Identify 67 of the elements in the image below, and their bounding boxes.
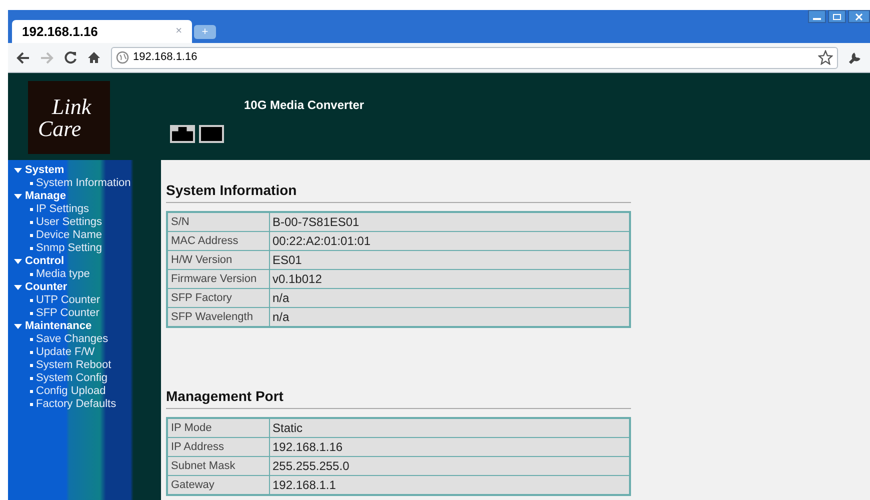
device-title: 10G Media Converter [244, 97, 364, 114]
bullet-icon [30, 182, 33, 185]
menu-group[interactable]: System [25, 164, 64, 177]
menu-item[interactable]: Snmp Setting [36, 242, 102, 255]
field-label: Firmware Version [167, 270, 269, 288]
menu-item[interactable]: Update F/W [36, 346, 95, 359]
bullet-icon [30, 221, 33, 224]
menu-group[interactable]: Control [25, 255, 64, 268]
field-label: Subnet Mask [167, 456, 269, 476]
reload-icon[interactable] [64, 51, 77, 64]
menu-item[interactable]: Config Upload [36, 385, 106, 398]
menu-item[interactable]: User Settings [36, 216, 102, 229]
bullet-icon [30, 273, 33, 276]
menu-group[interactable]: Counter [25, 281, 68, 294]
menu-item[interactable]: Media type [36, 268, 90, 281]
bullet-icon [30, 299, 33, 302]
menu-item[interactable]: IP Settings [36, 203, 89, 216]
address-bar[interactable]: 192.168.1.16 [111, 46, 838, 68]
menu-group[interactable]: Manage [25, 190, 66, 203]
utp-port-icon [170, 125, 195, 143]
bullet-icon [30, 377, 33, 380]
expanded-caret-icon[interactable] [14, 194, 22, 199]
home-icon[interactable] [87, 51, 101, 64]
section-title: System Information [166, 180, 631, 203]
field-label: H/W Version [167, 250, 269, 270]
back-icon[interactable] [16, 52, 30, 64]
close-icon [855, 12, 863, 20]
menu-group[interactable]: Maintenance [25, 320, 92, 333]
bullet-icon [30, 247, 33, 250]
expanded-caret-icon[interactable] [14, 285, 22, 290]
field-label: SFP Factory [167, 288, 269, 308]
company-logo: Link Care [28, 81, 110, 154]
bullet-icon [30, 338, 33, 341]
expanded-caret-icon[interactable] [14, 259, 22, 264]
bullet-icon [30, 403, 33, 406]
menu-item[interactable]: System Information [36, 177, 131, 190]
wrench-icon[interactable] [848, 50, 862, 64]
bullet-icon [30, 351, 33, 354]
field-label: MAC Address [167, 232, 269, 250]
maximize-button[interactable] [828, 10, 846, 23]
close-button[interactable] [848, 10, 870, 23]
expanded-caret-icon[interactable] [14, 168, 22, 173]
menu-item[interactable]: Device Name [36, 229, 102, 242]
star-icon[interactable] [818, 50, 833, 65]
menu-item[interactable]: Factory Defaults [36, 398, 116, 411]
bullet-icon [30, 208, 33, 211]
menu-item[interactable]: Save Changes [36, 333, 108, 346]
sfp-port-icon [199, 125, 224, 143]
field-label: IP Address [167, 438, 269, 456]
bullet-icon [30, 364, 33, 367]
menu-item[interactable]: System Reboot [36, 359, 112, 372]
bullet-icon [30, 390, 33, 393]
address-text: 192.168.1.16 [133, 50, 198, 66]
tab-title: 192.168.1.16 [22, 22, 98, 41]
globe-icon [116, 51, 129, 64]
menu-item[interactable]: UTP Counter [36, 294, 100, 307]
browser-tab[interactable]: 192.168.1.16 × [12, 20, 192, 43]
field-label: S/N [167, 212, 269, 232]
menu-item[interactable]: System Config [36, 372, 108, 385]
section-title: Management Port [166, 386, 631, 409]
tab-close-button[interactable]: × [176, 23, 182, 40]
bullet-icon [30, 234, 33, 237]
field-label: IP Mode [167, 418, 269, 438]
expanded-caret-icon[interactable] [14, 324, 22, 329]
menu-item[interactable]: SFP Counter [36, 307, 100, 320]
bullet-icon [30, 312, 33, 315]
minimize-button[interactable] [808, 10, 826, 23]
